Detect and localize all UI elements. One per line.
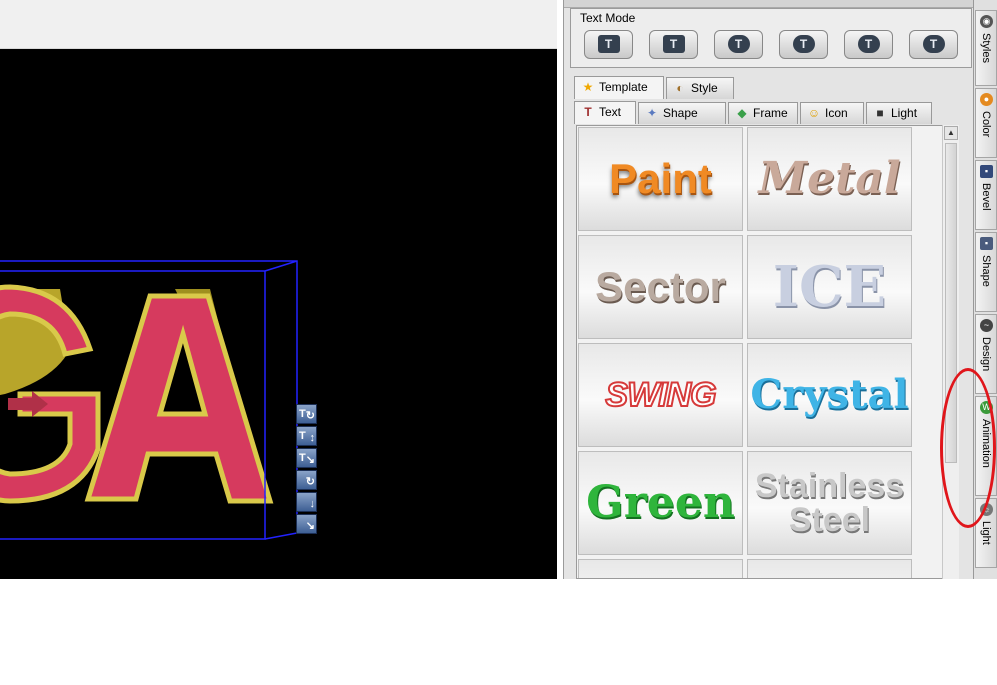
- rotate-object-handle[interactable]: ↻: [296, 470, 317, 490]
- side-tab-color[interactable]: ● Color: [975, 88, 997, 158]
- scroll-up-arrow-icon[interactable]: ▲: [944, 126, 958, 140]
- canvas-toolbar-strip: [0, 0, 557, 49]
- side-tab-shape[interactable]: ▪ Shape: [975, 232, 997, 312]
- text-mode-group: Text Mode T T T T T T: [570, 8, 972, 68]
- text-3d-canvas[interactable]: [0, 49, 557, 579]
- star-icon: ★: [582, 80, 594, 94]
- properties-panel: Text Mode T T T T T T ★ Template ◐ Style T…: [563, 0, 974, 579]
- subtab-shape[interactable]: ✦ Shape: [638, 102, 726, 124]
- bevel-icon: ▪: [980, 165, 993, 178]
- template-metal[interactable]: Metal: [747, 127, 912, 231]
- subtab-text[interactable]: T Text: [574, 101, 636, 124]
- template-stainless-steel[interactable]: Stainless Steel: [747, 451, 912, 555]
- template-grid: Paint Metal Sector ICE SWING Crystal Gre…: [576, 125, 954, 579]
- template-sector[interactable]: Sector: [578, 235, 743, 339]
- subtab-frame[interactable]: ◆ Frame: [728, 102, 798, 124]
- shape-icon: ▪: [980, 237, 993, 250]
- smiley-icon: ☺: [807, 106, 821, 120]
- rotate-text-handle[interactable]: T ↻: [296, 404, 317, 424]
- text-mode-label: Text Mode: [580, 11, 636, 25]
- text-3d-render: [0, 260, 298, 540]
- tab-style[interactable]: ◐ Style: [666, 77, 734, 99]
- template-green[interactable]: Green: [578, 451, 743, 555]
- scale-text-handle[interactable]: T ↘: [296, 448, 317, 468]
- panel-title-bar: [564, 0, 974, 8]
- tab-template[interactable]: ★ Template: [574, 76, 664, 99]
- text-mode-button-5[interactable]: T: [844, 30, 893, 59]
- palette-icon: ◐: [676, 81, 684, 95]
- letter-a-face: [84, 293, 274, 504]
- subtab-icon[interactable]: ☺ Icon: [800, 102, 864, 124]
- text-mode-button-2[interactable]: T: [649, 30, 698, 59]
- design-icon: ~: [980, 319, 993, 332]
- light-icon: ■: [876, 106, 884, 120]
- template-partial-1[interactable]: [578, 559, 743, 578]
- text-mode-button-6[interactable]: T: [909, 30, 958, 59]
- template-ice[interactable]: ICE: [747, 235, 912, 339]
- subtab-light[interactable]: ■ Light: [866, 102, 932, 124]
- shape-icon: ✦: [646, 106, 658, 120]
- styles-icon: ◉: [980, 15, 993, 28]
- side-tab-bevel[interactable]: ▪ Bevel: [975, 160, 997, 230]
- template-paint[interactable]: Paint: [578, 127, 743, 231]
- text-icon: T: [584, 105, 592, 119]
- text-mode-button-4[interactable]: T: [779, 30, 828, 59]
- text-mode-button-1[interactable]: T: [584, 30, 633, 59]
- text-mode-button-3[interactable]: T: [714, 30, 763, 59]
- move-object-handle[interactable]: ↓: [296, 492, 317, 512]
- template-partial-2[interactable]: [747, 559, 912, 578]
- scale-object-handle[interactable]: ↘: [296, 514, 317, 534]
- template-crystal[interactable]: Crystal: [747, 343, 912, 447]
- side-tab-styles[interactable]: ◉ Styles: [975, 10, 997, 86]
- frame-icon: ◆: [737, 106, 747, 120]
- annotation-circle: [940, 368, 996, 528]
- template-swing[interactable]: SWING: [578, 343, 743, 447]
- move-text-handle[interactable]: T ↕: [296, 426, 317, 446]
- color-icon: ●: [980, 93, 993, 106]
